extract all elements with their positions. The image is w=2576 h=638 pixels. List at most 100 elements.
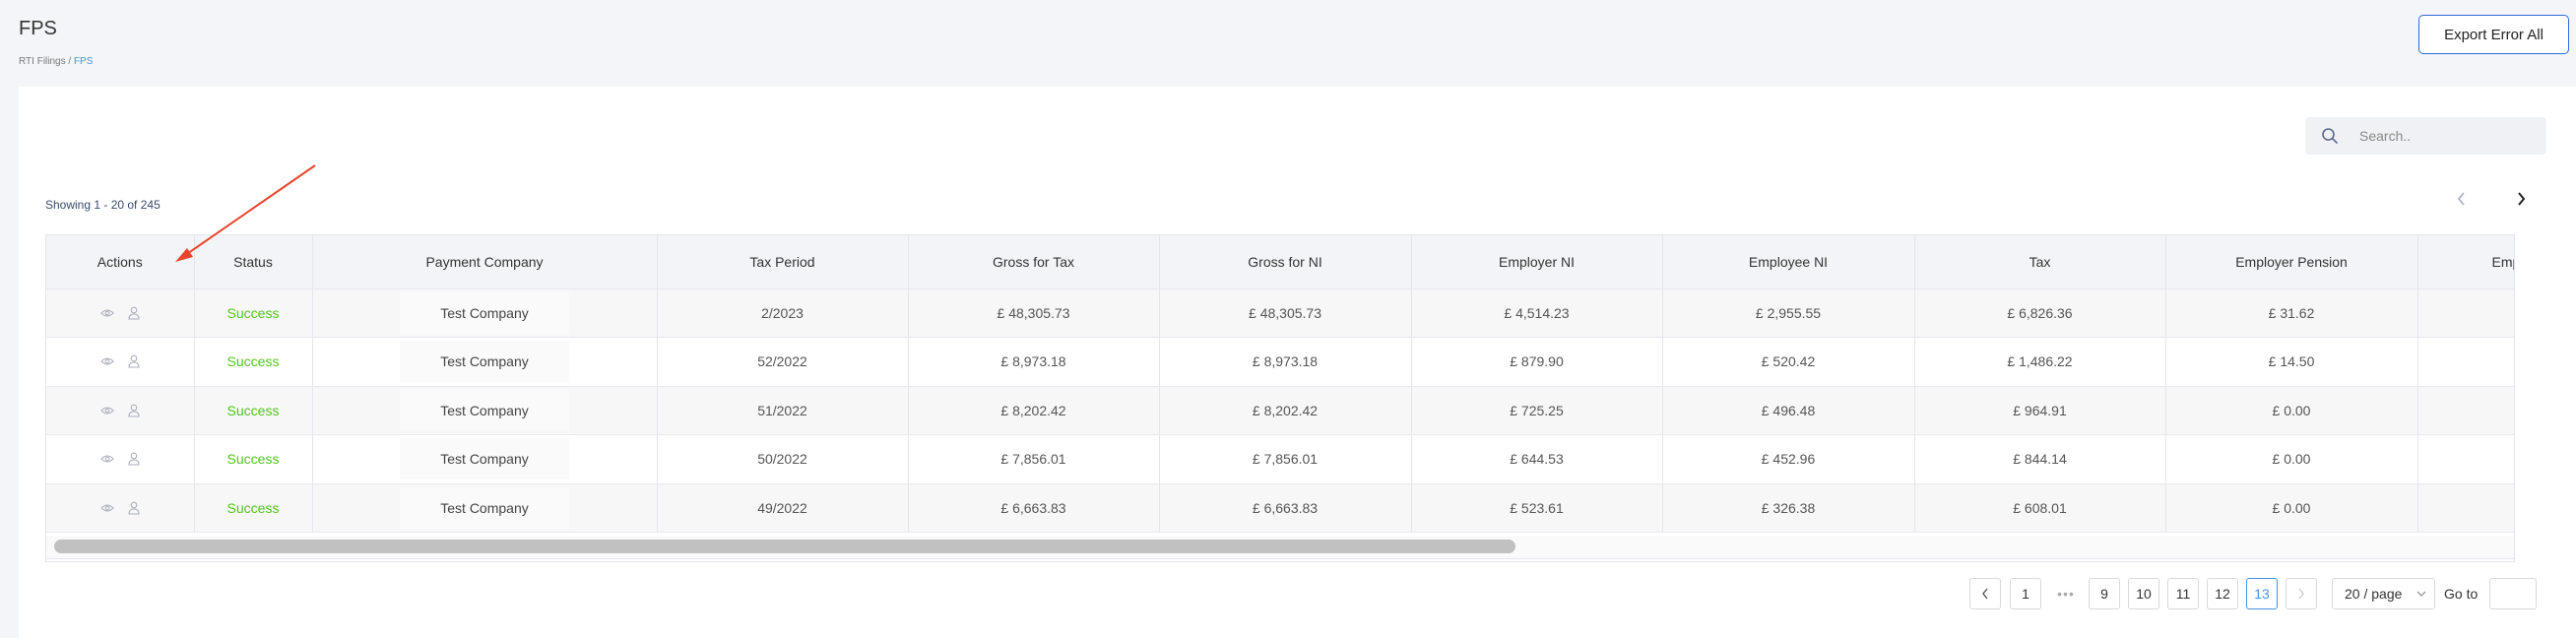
user-icon[interactable]	[128, 404, 140, 417]
breadcrumb-parent[interactable]: RTI Filings	[19, 56, 66, 67]
column-header-gross-for-ni: Gross for NI	[1159, 235, 1412, 289]
search-box[interactable]	[2305, 117, 2546, 155]
payment-company-value: Test Company	[400, 291, 569, 334]
status-cell: Success	[194, 434, 313, 484]
row-actions	[46, 337, 195, 387]
status-cell: Success	[194, 386, 313, 435]
chevron-down-icon	[2416, 591, 2426, 597]
employer-pension-cell: £ 14.50	[2165, 337, 2418, 387]
table-header-row: Actions Status Payment Company Tax Perio…	[46, 235, 2514, 289]
page-9[interactable]: 9	[2089, 578, 2120, 609]
eye-icon[interactable]	[99, 406, 114, 415]
scroll-left-button[interactable]	[2450, 187, 2474, 211]
tax-period-cell: 50/2022	[657, 434, 909, 484]
search-icon	[2321, 127, 2339, 145]
gross-for-tax-cell: £ 8,973.18	[908, 337, 1160, 387]
employee-ni-cell: £ 2,955.55	[1662, 288, 1915, 338]
eye-icon[interactable]	[99, 503, 114, 513]
page-title: FPS	[19, 18, 57, 39]
payment-company-value: Test Company	[400, 486, 569, 529]
page-1[interactable]: 1	[2010, 578, 2041, 609]
payment-company-cell: Test Company	[312, 386, 658, 435]
column-header-gross-for-tax: Gross for Tax	[908, 235, 1160, 289]
tax-period-cell: 49/2022	[657, 483, 909, 533]
user-icon[interactable]	[128, 306, 140, 320]
employer-pension-cell: £ 0.00	[2165, 434, 2418, 484]
tax-period-cell: 2/2023	[657, 288, 909, 338]
status-cell: Success	[194, 483, 313, 533]
table-row[interactable]: Success Test Company 49/2022 £ 6,663.83 £ 6,…	[46, 483, 2514, 533]
page-12[interactable]: 12	[2207, 578, 2238, 609]
gross-for-tax-cell: £ 6,663.83	[908, 483, 1160, 533]
scroll-right-button[interactable]	[2509, 187, 2533, 211]
table-row[interactable]: Success Test Company 51/2022 £ 8,202.42 £ 8,…	[46, 386, 2514, 435]
pagination-next-button[interactable]	[2286, 578, 2317, 609]
scrollbar-thumb[interactable]	[54, 540, 1515, 553]
user-icon[interactable]	[128, 452, 140, 466]
page-13[interactable]: 13	[2246, 578, 2278, 609]
status-cell: Success	[194, 337, 313, 387]
tax-period-cell: 51/2022	[657, 386, 909, 435]
row-actions	[46, 386, 195, 435]
table-row[interactable]: Success Test Company 52/2022 £ 8,973.18 £ 8,…	[46, 337, 2514, 387]
employer-pension-cell: £ 0.00	[2165, 386, 2418, 435]
fps-table: Actions Status Payment Company Tax Perio…	[45, 234, 2515, 562]
column-header-employer-ni: Employer NI	[1411, 235, 1663, 289]
chevron-right-icon	[2298, 588, 2304, 600]
export-error-all-button[interactable]: Export Error All	[2418, 15, 2569, 54]
pagination-ellipsis[interactable]: •••	[2050, 578, 2082, 609]
table-row[interactable]: Success Test Company 50/2022 £ 7,856.01 £ 7,…	[46, 434, 2514, 484]
employee-ni-cell: £ 496.48	[1662, 386, 1915, 435]
user-icon[interactable]	[128, 501, 140, 515]
employee-cell	[2417, 434, 2514, 484]
chevron-right-icon	[2518, 192, 2526, 206]
breadcrumb: RTI Filings / FPS	[19, 56, 93, 67]
eye-icon[interactable]	[99, 356, 114, 366]
employee-cell	[2417, 337, 2514, 387]
page-10[interactable]: 10	[2128, 578, 2159, 609]
payment-company-value: Test Company	[400, 389, 569, 431]
user-icon[interactable]	[128, 354, 140, 368]
payment-company-value: Test Company	[400, 341, 569, 383]
tax-cell: £ 844.14	[1914, 434, 2166, 484]
pagination-prev-button[interactable]	[1969, 578, 2001, 609]
results-count: Showing 1 - 20 of 245	[45, 198, 161, 212]
chevron-left-icon	[1982, 588, 1988, 600]
breadcrumb-current[interactable]: FPS	[74, 56, 93, 67]
gross-for-ni-cell: £ 6,663.83	[1159, 483, 1412, 533]
gross-for-ni-cell: £ 48,305.73	[1159, 288, 1412, 338]
payment-company-cell: Test Company	[312, 337, 658, 387]
column-header-tax: Tax	[1914, 235, 2166, 289]
employer-ni-cell: £ 644.53	[1411, 434, 1663, 484]
table-row[interactable]: Success Test Company 2/2023 £ 48,305.73 £ 48…	[46, 288, 2514, 338]
eye-icon[interactable]	[99, 454, 114, 464]
tax-cell: £ 6,826.36	[1914, 288, 2166, 338]
breadcrumb-separator: /	[65, 56, 74, 67]
payment-company-cell: Test Company	[312, 288, 658, 338]
employee-cell	[2417, 483, 2514, 533]
column-header-employee: Employee	[2417, 235, 2514, 289]
row-actions	[46, 434, 195, 484]
search-input[interactable]	[2359, 117, 2537, 155]
eye-icon[interactable]	[99, 308, 114, 318]
page-size-select[interactable]: 20 / page	[2332, 578, 2435, 609]
employer-ni-cell: £ 879.90	[1411, 337, 1663, 387]
row-actions	[46, 288, 195, 338]
page-11[interactable]: 11	[2167, 578, 2199, 609]
tax-cell: £ 964.91	[1914, 386, 2166, 435]
payment-company-value: Test Company	[400, 438, 569, 480]
tax-cell: £ 1,486.22	[1914, 337, 2166, 387]
gross-for-tax-cell: £ 8,202.42	[908, 386, 1160, 435]
goto-page-input[interactable]	[2489, 578, 2537, 609]
tax-cell: £ 608.01	[1914, 483, 2166, 533]
employee-cell	[2417, 386, 2514, 435]
page-size-value: 20 / page	[2345, 586, 2403, 602]
horizontal-scrollbar[interactable]	[45, 536, 2515, 559]
employer-pension-cell: £ 31.62	[2165, 288, 2418, 338]
gross-for-tax-cell: £ 7,856.01	[908, 434, 1160, 484]
employee-ni-cell: £ 520.42	[1662, 337, 1915, 387]
goto-label: Go to	[2444, 586, 2479, 602]
employer-ni-cell: £ 4,514.23	[1411, 288, 1663, 338]
payment-company-cell: Test Company	[312, 483, 658, 533]
column-header-employer-pension: Employer Pension	[2165, 235, 2418, 289]
